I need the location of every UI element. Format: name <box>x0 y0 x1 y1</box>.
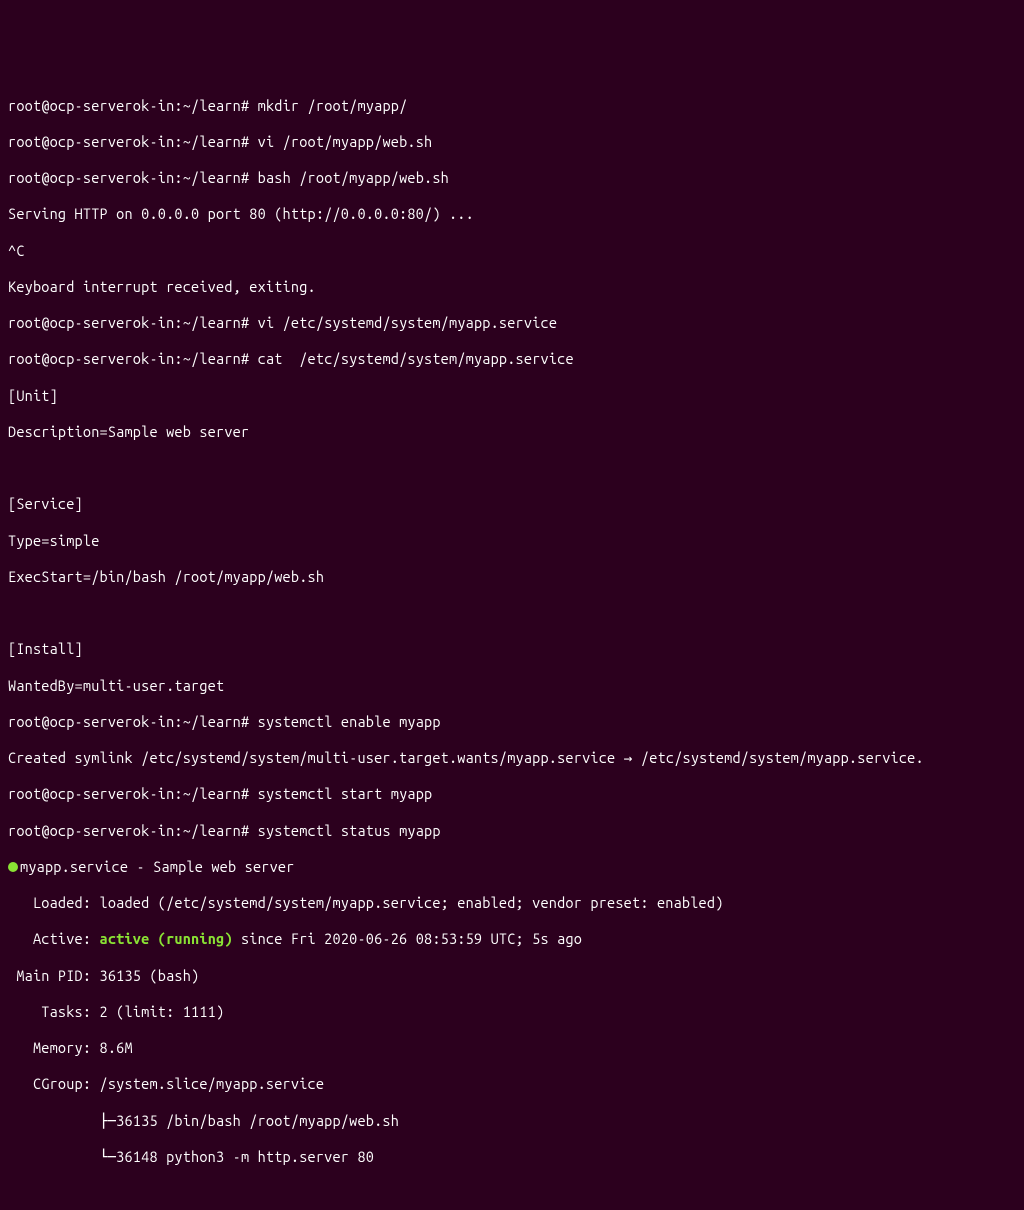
prompt-path: ~/learn <box>183 97 241 114</box>
status-pid: Main PID: 36135 (bash) <box>8 967 1016 985</box>
prompt-user: root@ocp-serverok-in <box>8 97 174 114</box>
terminal-line: root@ocp-serverok-in:~/learn# bash /root… <box>8 169 1016 187</box>
terminal-output: Serving HTTP on 0.0.0.0 port 80 (http://… <box>8 205 1016 223</box>
status-tasks: Tasks: 2 (limit: 1111) <box>8 1003 1016 1021</box>
file-content: Type=simple <box>8 532 1016 550</box>
file-content: [Unit] <box>8 387 1016 405</box>
terminal-window[interactable]: root@ocp-serverok-in:~/learn# mkdir /roo… <box>8 79 1016 672</box>
file-content: [Install] <box>8 640 1016 658</box>
file-content: [Service] <box>8 495 1016 513</box>
command-text: vi /etc/systemd/system/myapp.service <box>258 314 558 331</box>
terminal-output: Keyboard interrupt received, exiting. <box>8 278 1016 296</box>
file-content: Description=Sample web server <box>8 423 1016 441</box>
command-text: systemctl start myapp <box>258 785 433 802</box>
status-active-value: active (running) <box>100 930 233 947</box>
terminal-line: root@ocp-serverok-in:~/learn# systemctl … <box>8 785 1016 803</box>
blank-line <box>8 1184 1016 1202</box>
status-active: Active: active (running) since Fri 2020-… <box>8 930 1016 948</box>
blank-line <box>8 604 1016 622</box>
command-text: systemctl enable myapp <box>258 713 441 730</box>
status-cgroup: CGroup: /system.slice/myapp.service <box>8 1075 1016 1093</box>
terminal-line: root@ocp-serverok-in:~/learn# systemctl … <box>8 713 1016 731</box>
terminal-output: Created symlink /etc/systemd/system/mult… <box>8 749 1016 767</box>
file-content: WantedBy=multi-user.target <box>8 677 1016 695</box>
terminal-line: root@ocp-serverok-in:~/learn# systemctl … <box>8 822 1016 840</box>
command-text: mkdir /root/myapp/ <box>258 97 408 114</box>
status-process: ├─36135 /bin/bash /root/myapp/web.sh <box>8 1112 1016 1130</box>
command-text: systemctl status myapp <box>258 822 441 839</box>
status-memory: Memory: 8.6M <box>8 1039 1016 1057</box>
terminal-line: root@ocp-serverok-in:~/learn# vi /root/m… <box>8 133 1016 151</box>
terminal-line: root@ocp-serverok-in:~/learn# mkdir /roo… <box>8 97 1016 115</box>
command-text: cat /etc/systemd/system/myapp.service <box>258 350 574 367</box>
status-dot-icon <box>8 862 18 872</box>
status-title: myapp.service - Sample web server <box>8 858 1016 876</box>
command-text: vi /root/myapp/web.sh <box>258 133 433 150</box>
file-content: ExecStart=/bin/bash /root/myapp/web.sh <box>8 568 1016 586</box>
terminal-line: root@ocp-serverok-in:~/learn# vi /etc/sy… <box>8 314 1016 332</box>
blank-line <box>8 459 1016 477</box>
status-process: └─36148 python3 -m http.server 80 <box>8 1148 1016 1166</box>
status-loaded: Loaded: loaded (/etc/systemd/system/myap… <box>8 894 1016 912</box>
terminal-line: root@ocp-serverok-in:~/learn# cat /etc/s… <box>8 350 1016 368</box>
terminal-output: ^C <box>8 242 1016 260</box>
command-text: bash /root/myapp/web.sh <box>258 169 449 186</box>
